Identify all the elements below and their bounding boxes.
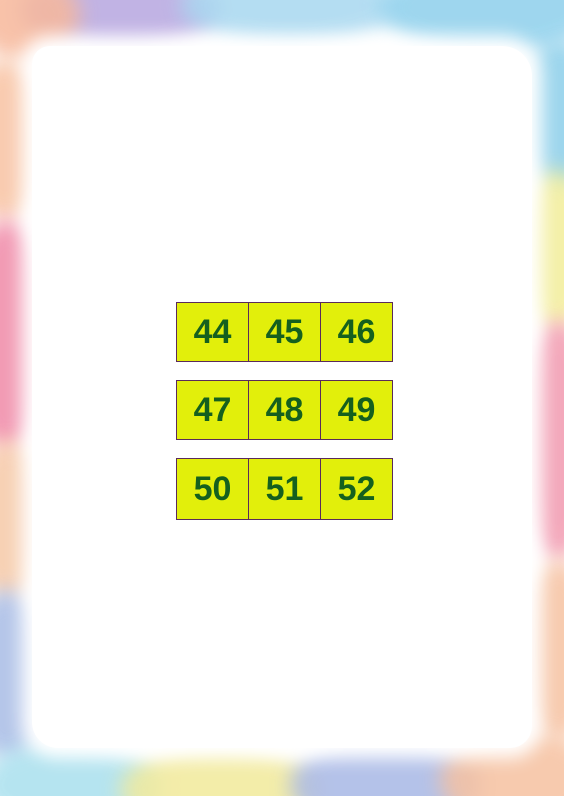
number-grid: 44 45 46 47 48 49 50 51 52 [176,302,398,520]
number-row: 47 48 49 [176,380,398,440]
number-row: 44 45 46 [176,302,398,362]
number-card: 50 [176,458,249,520]
number-row: 50 51 52 [176,458,398,520]
number-card: 47 [176,380,249,440]
number-card: 44 [176,302,249,362]
watercolor-blob [180,0,400,45]
number-card: 52 [320,458,393,520]
number-card: 46 [320,302,393,362]
number-card: 49 [320,380,393,440]
number-card: 48 [248,380,321,440]
number-card: 45 [248,302,321,362]
number-card: 51 [248,458,321,520]
